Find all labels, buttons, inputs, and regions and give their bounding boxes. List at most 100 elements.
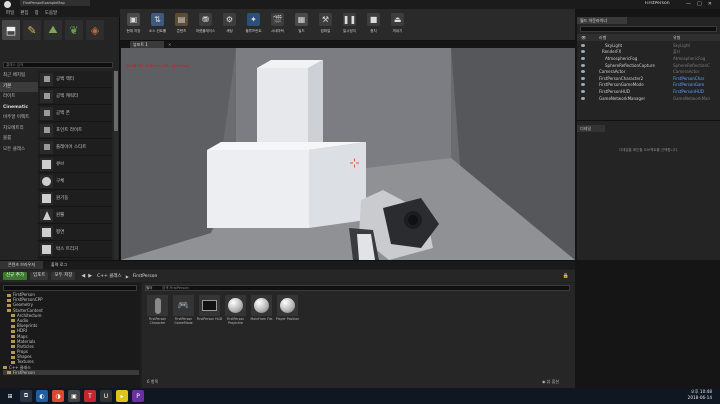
asset-search-input[interactable]: 검색 FirstPerson	[145, 285, 570, 291]
place-category[interactable]: 라이트	[0, 92, 38, 103]
forward-arrow-icon[interactable]: ▶	[88, 273, 92, 279]
outliner-col-type[interactable]: 유형	[673, 34, 680, 41]
outliner-row[interactable]: AtmosphericFog AtmosphericFog	[577, 55, 720, 62]
taskbar-app-icon[interactable]: ⧉	[20, 390, 32, 402]
toolbar-button-save[interactable]: ▣ 현재 저장	[123, 10, 144, 40]
place-category[interactable]: 비주얼 이펙트	[0, 113, 38, 124]
menu-edit[interactable]: 편집	[20, 10, 28, 16]
minimize-icon[interactable]: —	[686, 1, 691, 7]
taskbar-app-icon[interactable]: U	[100, 390, 112, 402]
path-root[interactable]: C++ 클래스	[97, 273, 122, 279]
outliner-row[interactable]: RenderFX 폴더	[577, 49, 720, 56]
taskbar-app-icon[interactable]: ◐	[36, 390, 48, 402]
menu-window[interactable]: 창	[35, 10, 39, 16]
taskbar-app-icon[interactable]: ⊞	[4, 390, 16, 402]
viewport-tab-close-icon[interactable]: ✕	[168, 42, 171, 47]
place-item[interactable]: 공백 액터	[38, 71, 112, 88]
maximize-icon[interactable]: □	[697, 1, 702, 7]
menu-help[interactable]: 도움말	[45, 10, 57, 16]
outliner-actor-type[interactable]: FirstPersonGam	[673, 82, 719, 87]
filters-button[interactable]: 필터	[146, 286, 152, 291]
back-arrow-icon[interactable]: ◀	[81, 273, 85, 279]
asset-tile[interactable]: FirstPerson HUD	[197, 295, 222, 321]
visibility-eye-icon[interactable]	[581, 76, 585, 80]
landscape-mode-tab[interactable]: ⛰	[44, 20, 62, 40]
taskbar-app-icon[interactable]: ▸	[116, 390, 128, 402]
place-item[interactable]: 공백 캐릭터	[38, 88, 112, 105]
place-mode-tab[interactable]: ⬒	[2, 20, 20, 40]
outliner-row[interactable]: FirstPersonGameMode FirstPersonGam	[577, 82, 720, 89]
place-item[interactable]: 포인트 라이트	[38, 122, 112, 139]
toolbar-button-content[interactable]: ▤ 콘텐츠	[171, 10, 192, 40]
place-category[interactable]: 최근 배치됨	[0, 71, 38, 82]
visibility-eye-icon[interactable]	[581, 83, 585, 87]
asset-tile[interactable]: FirstPerson Projectile	[225, 295, 246, 325]
place-item[interactable]: 원뿔	[38, 207, 112, 224]
toolbar-button-cinematics[interactable]: 🎬 시네마틱	[267, 10, 288, 40]
details-tab[interactable]: 디테일	[577, 125, 605, 132]
save-all-button[interactable]: 모두 저장	[51, 272, 76, 280]
place-category[interactable]: Cinematic	[0, 103, 38, 114]
asset-tile[interactable]: FirstPerson Character	[147, 295, 168, 325]
place-category[interactable]: 지오메트리	[0, 124, 38, 135]
asset-view-options[interactable]: ◉ 뷰 옵션	[542, 379, 559, 385]
outliner-row[interactable]: FirstPersonCharacter2 FirstPersonChar	[577, 75, 720, 82]
visibility-eye-icon[interactable]	[581, 43, 585, 47]
foliage-mode-tab[interactable]: ❦	[65, 20, 83, 40]
document-tab[interactable]: FirstPersonExampleMap	[20, 0, 90, 6]
paint-mode-tab[interactable]: ✎	[23, 20, 41, 40]
place-item[interactable]: 구체	[38, 173, 112, 190]
outliner-actor-type[interactable]: FirstPersonChar	[673, 76, 719, 81]
geometry-mode-tab[interactable]: ◈	[86, 20, 104, 40]
system-clock[interactable]: 오후 10:48 2018-06-14	[688, 389, 712, 401]
cb-lock-icon[interactable]: 🔒	[563, 273, 569, 279]
folder-tree-item[interactable]: FirstPerson	[3, 369, 139, 375]
toolbar-button-eject[interactable]: ⏏ 꺼내기	[387, 10, 408, 40]
toolbar-button-source-control[interactable]: ⇅ 소스 컨트롤	[147, 10, 168, 40]
place-scrollbar[interactable]	[114, 71, 118, 271]
toolbar-button-pause[interactable]: ❚❚ 일시정지	[339, 10, 360, 40]
level-viewport[interactable]: 38.68 FPS 25.85 ms (MS: 25.85 ms)	[121, 48, 575, 260]
place-item[interactable]: 박스 트리거	[38, 241, 112, 258]
place-category[interactable]: 볼륨	[0, 134, 38, 145]
outliner-row[interactable]: FirstPersonHUD FirstPersonHUD	[577, 88, 720, 95]
import-button[interactable]: 임포트	[30, 272, 49, 280]
visibility-eye-icon[interactable]	[581, 63, 585, 67]
place-item[interactable]: 평면	[38, 224, 112, 241]
visibility-eye-icon[interactable]	[581, 96, 585, 100]
taskbar-app-icon[interactable]: ◑	[52, 390, 64, 402]
menu-file[interactable]: 파일	[6, 10, 14, 16]
close-icon[interactable]: ✕	[708, 1, 712, 7]
folder-search-input[interactable]	[3, 285, 137, 291]
outliner-actor-type[interactable]: FirstPersonHUD	[673, 89, 719, 94]
place-item[interactable]: 플레이어 스타트	[38, 139, 112, 156]
outliner-row[interactable]: SkyLight SkyLight	[577, 42, 720, 49]
visibility-eye-icon[interactable]	[581, 89, 585, 93]
visibility-eye-icon[interactable]	[581, 56, 585, 60]
path-leaf[interactable]: FirstPerson	[133, 274, 158, 279]
class-search-input[interactable]: 클래스 검색	[3, 62, 113, 68]
asset-tile[interactable]: Player Position	[276, 295, 299, 321]
add-new-button[interactable]: 신규 추가	[3, 272, 27, 280]
tab-content-browser[interactable]: 콘텐츠 브라우저	[0, 261, 44, 269]
outliner-row[interactable]: CameraActor CameraActor	[577, 68, 720, 75]
outliner-row[interactable]: GameNetworkManager GameNetworkMan	[577, 95, 720, 102]
toolbar-button-settings[interactable]: ⚙ 세팅	[219, 10, 240, 40]
asset-tile[interactable]: MainFram File	[251, 295, 272, 321]
toolbar-button-marketplace[interactable]: ⛃ 마켓플레이스	[195, 10, 216, 40]
taskbar-app-icon[interactable]: ▣	[68, 390, 80, 402]
tab-output-log[interactable]: 출력 로그	[43, 261, 75, 269]
visibility-eye-icon[interactable]	[581, 50, 585, 54]
place-category[interactable]: 모든 클래스	[0, 145, 38, 156]
place-item[interactable]: 원기둥	[38, 190, 112, 207]
taskbar-app-icon[interactable]: P	[132, 390, 144, 402]
place-item[interactable]: 공백 폰	[38, 105, 112, 122]
outliner-tab[interactable]: 월드 아웃라이너	[577, 17, 627, 24]
scrollbar-thumb[interactable]	[114, 71, 118, 131]
place-category[interactable]: 기본	[0, 81, 38, 92]
viewport-tab[interactable]: 뷰포트 1	[130, 41, 164, 48]
toolbar-button-blueprint[interactable]: ✦ 블루프린트	[243, 10, 264, 40]
asset-tile[interactable]: 🎮 FirstPerson GameMode	[173, 295, 194, 325]
outliner-row[interactable]: SphereReflectionCapture SphereReflectionC	[577, 62, 720, 69]
visibility-eye-icon[interactable]	[581, 70, 585, 74]
